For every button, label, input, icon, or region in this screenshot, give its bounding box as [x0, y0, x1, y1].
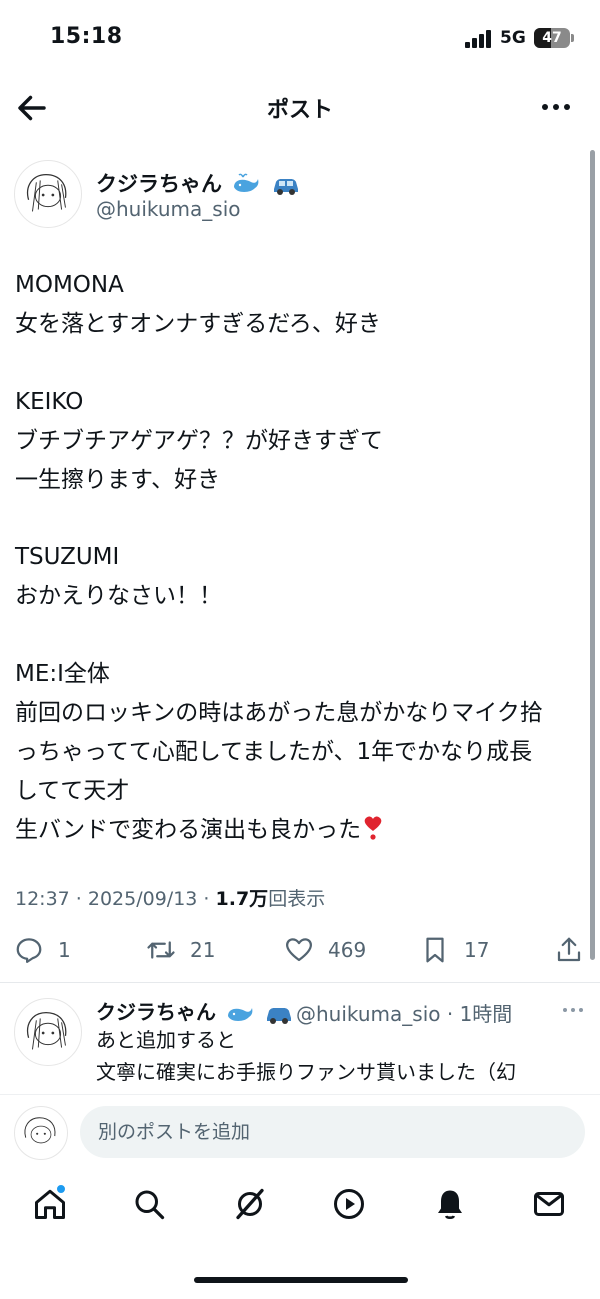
like-button[interactable]: 469 — [284, 928, 366, 972]
author-name-text: クジラちゃん — [96, 172, 222, 196]
notifications-icon[interactable] — [432, 1186, 468, 1222]
whale-emoji-icon — [234, 173, 259, 192]
battery-nub — [571, 34, 574, 42]
bookmark-button[interactable]: 17 — [420, 928, 489, 972]
status-time: 15:18 — [50, 24, 123, 49]
author-name[interactable]: クジラちゃん — [96, 168, 301, 198]
red-heart-exclamation-emoji-icon — [364, 816, 382, 840]
messages-icon[interactable] — [531, 1186, 567, 1222]
divider — [0, 982, 600, 983]
repost-button[interactable]: 21 — [146, 928, 215, 972]
home-indicator — [194, 1277, 408, 1283]
bookmark-count: 17 — [464, 938, 490, 962]
network-label: 5G — [500, 28, 526, 48]
heart-icon — [286, 938, 312, 962]
like-count: 469 — [328, 938, 367, 962]
repost-icon — [147, 941, 175, 959]
reply-handle-time[interactable]: @huikuma_sio · 1時間 — [296, 998, 512, 1027]
share-button[interactable] — [554, 928, 584, 972]
status-bar: 15:18 5G 47 — [0, 0, 600, 78]
video-icon[interactable] — [331, 1186, 367, 1222]
compose-avatar[interactable] — [14, 1106, 68, 1160]
repost-count: 21 — [190, 938, 216, 962]
reply-author-name-text: クジラちゃん — [96, 1000, 216, 1024]
search-icon[interactable] — [131, 1186, 167, 1222]
avatar[interactable] — [14, 160, 82, 228]
scrollbar[interactable] — [590, 150, 595, 960]
post-actions: 1 21 469 17 — [0, 928, 600, 972]
post-text: MOMONA 女を落とすオンナすぎるだろ、好き KEIKO ブチブチアゲアゲ？？… — [15, 266, 590, 850]
battery-level: 47 — [542, 30, 562, 46]
reply-more-icon[interactable] — [558, 1000, 588, 1020]
grok-icon[interactable] — [232, 1186, 268, 1222]
post-timestamp: 12:37 · 2025/09/13 · — [15, 888, 216, 910]
bookmark-icon — [426, 937, 444, 963]
home-notification-dot — [56, 1184, 66, 1194]
compose-input[interactable] — [80, 1106, 585, 1158]
views-label: 回表示 — [268, 888, 326, 910]
reply-count: 1 — [58, 938, 71, 962]
page-title: ポスト — [266, 98, 333, 123]
post-header: ポスト — [0, 78, 600, 136]
views-count[interactable]: 1.7万 — [216, 888, 269, 910]
post-text-content: MOMONA 女を落とすオンナすぎるだろ、好き KEIKO ブチブチアゲアゲ？？… — [15, 272, 543, 843]
car-emoji-icon — [266, 1007, 291, 1024]
compose-separator — [0, 1094, 600, 1095]
signal-icon — [465, 30, 493, 48]
car-emoji-icon — [273, 179, 298, 195]
reply-icon — [16, 938, 42, 963]
reply-avatar[interactable] — [14, 998, 82, 1066]
whale-emoji-icon — [227, 1007, 253, 1021]
more-horizontal-icon[interactable] — [536, 92, 576, 122]
reply-text: あと追加すると 文寧に確実にお手振りファンサ貰いました（幻 — [96, 1028, 516, 1084]
post-meta: 12:37 · 2025/09/13 · 1.7万回表示 — [15, 884, 325, 911]
reply-author-name[interactable]: クジラちゃん — [96, 996, 294, 1026]
reply-button[interactable]: 1 — [14, 928, 71, 972]
share-icon — [557, 937, 581, 962]
battery-icon: 47 — [534, 28, 570, 48]
author-handle[interactable]: @huikuma_sio — [96, 197, 241, 221]
